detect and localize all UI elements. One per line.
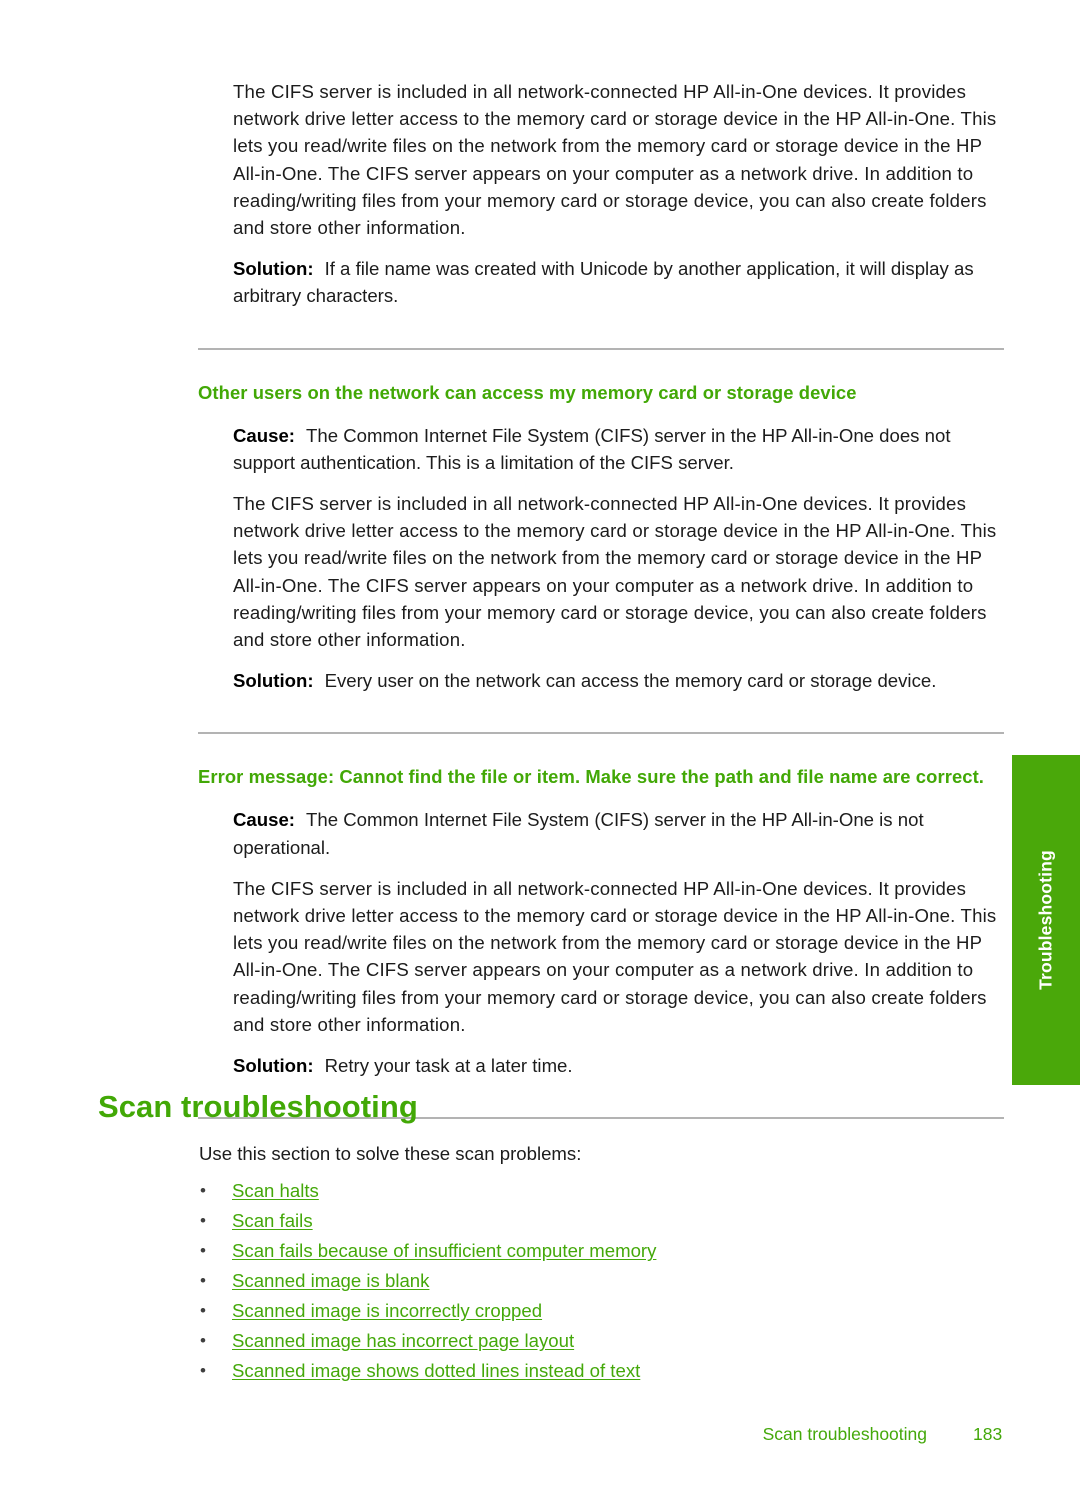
cause-text: The Common Internet File System (CIFS) s… (233, 424, 951, 473)
solution-block: Solution: Every user on the network can a… (233, 667, 1004, 694)
list-item: • Scanned image shows dotted lines inste… (196, 1356, 656, 1386)
document-page: The CIFS server is included in all netwo… (0, 0, 1080, 1495)
list-item: • Scan fails because of insufficient com… (196, 1236, 656, 1266)
bullet-icon: • (200, 1271, 206, 1290)
cause-label: Cause: (233, 809, 296, 831)
section-cifs-unicode: The CIFS server is included in all netwo… (198, 78, 1004, 310)
solution-text: Every user on the network can access the… (324, 670, 937, 692)
section-heading: Error message: Cannot find the file or i… (198, 766, 985, 788)
section-error-message-cannot-find-file: Error message: Cannot find the file or i… (198, 764, 1004, 1079)
list-item: • Scan fails (196, 1206, 656, 1236)
solution-block: Solution: Retry your task at a later time… (233, 1052, 1004, 1079)
cause-text: The Common Internet File System (CIFS) s… (233, 809, 924, 858)
bullet-icon: • (200, 1181, 206, 1200)
section-other-users-access: Other users on the network can access my… (198, 380, 1004, 695)
side-tab-label: Troubleshooting (1035, 850, 1056, 990)
link-scanned-image-incorrect-page-layout[interactable]: Scanned image has incorrect page layout (232, 1330, 574, 1351)
content-column: The CIFS server is included in all netwo… (198, 78, 1004, 1120)
bullet-icon: • (200, 1301, 206, 1320)
solution-text: Retry your task at a later time. (324, 1055, 573, 1077)
page-title: Scan troubleshooting (98, 1089, 418, 1124)
link-scanned-image-blank[interactable]: Scanned image is blank (232, 1270, 429, 1291)
link-scanned-image-incorrectly-cropped[interactable]: Scanned image is incorrectly cropped (232, 1300, 542, 1321)
bullet-icon: • (200, 1331, 206, 1350)
shared-cifs-paragraph: The CIFS server is included in all netwo… (233, 877, 997, 1035)
bullet-icon: • (200, 1361, 206, 1380)
link-scanned-image-dotted-lines[interactable]: Scanned image shows dotted lines instead… (232, 1360, 640, 1381)
list-item: • Scanned image is incorrectly cropped (196, 1296, 656, 1326)
cause-block: Cause: The Common Internet File System (C… (233, 422, 1004, 476)
solution-text: If a file name was created with Unicode … (233, 258, 974, 307)
link-scan-fails-insufficient-memory[interactable]: Scan fails because of insufficient compu… (232, 1240, 656, 1261)
shared-cifs-paragraph: The CIFS server is included in all netwo… (233, 493, 997, 651)
scan-problem-link-list: • Scan halts • Scan fails • Scan fails b… (196, 1176, 656, 1386)
solution-label: Solution: (233, 1055, 314, 1077)
side-tab-troubleshooting: Troubleshooting (1012, 755, 1080, 1085)
footer-page-number: 183 (973, 1424, 1003, 1444)
shared-cifs-paragraph: The CIFS server is included in all netwo… (233, 81, 997, 239)
section-heading: Other users on the network can access my… (198, 381, 857, 403)
solution-label: Solution: (233, 670, 314, 692)
footer-title: Scan troubleshooting (762, 1424, 927, 1444)
bullet-icon: • (200, 1241, 206, 1260)
link-scan-fails[interactable]: Scan fails (232, 1210, 313, 1231)
cause-label: Cause: (233, 424, 296, 446)
list-item: • Scanned image is blank (196, 1266, 656, 1296)
bullet-icon: • (200, 1211, 206, 1230)
solution-label: Solution: (233, 258, 314, 280)
list-item: • Scanned image has incorrect page layou… (196, 1326, 656, 1356)
cause-block: Cause: The Common Internet File System (C… (233, 806, 1004, 860)
page-footer: Scan troubleshooting 183 (0, 1424, 1005, 1445)
link-scan-halts[interactable]: Scan halts (232, 1180, 319, 1201)
list-item: • Scan halts (196, 1176, 656, 1206)
solution-block: Solution: If a file name was created with… (233, 255, 1004, 309)
chapter-intro: Use this section to solve these scan pro… (199, 1143, 582, 1164)
